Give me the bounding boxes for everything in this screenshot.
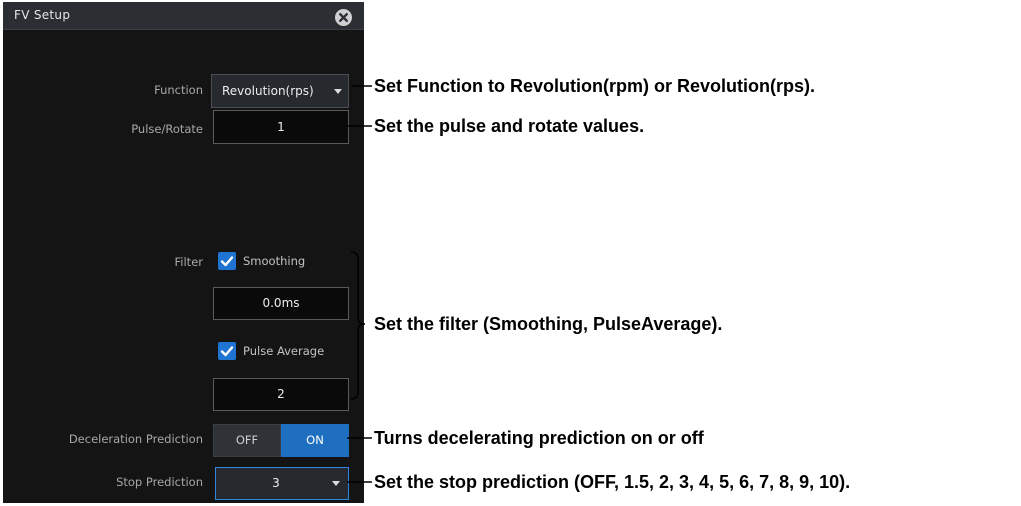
filter-brace bbox=[350, 251, 366, 400]
pulse-rotate-callout: Set the pulse and rotate values. bbox=[374, 116, 645, 136]
deceleration-callout: Turns decelerating prediction on or off bbox=[374, 428, 704, 448]
function-callout: Set Function to Revolution(rpm) or Revol… bbox=[374, 76, 815, 96]
stop-callout: Set the stop prediction (OFF, 1.5, 2, 3,… bbox=[374, 472, 851, 492]
filter-callout: Set the filter (Smoothing, PulseAverage)… bbox=[374, 314, 723, 334]
